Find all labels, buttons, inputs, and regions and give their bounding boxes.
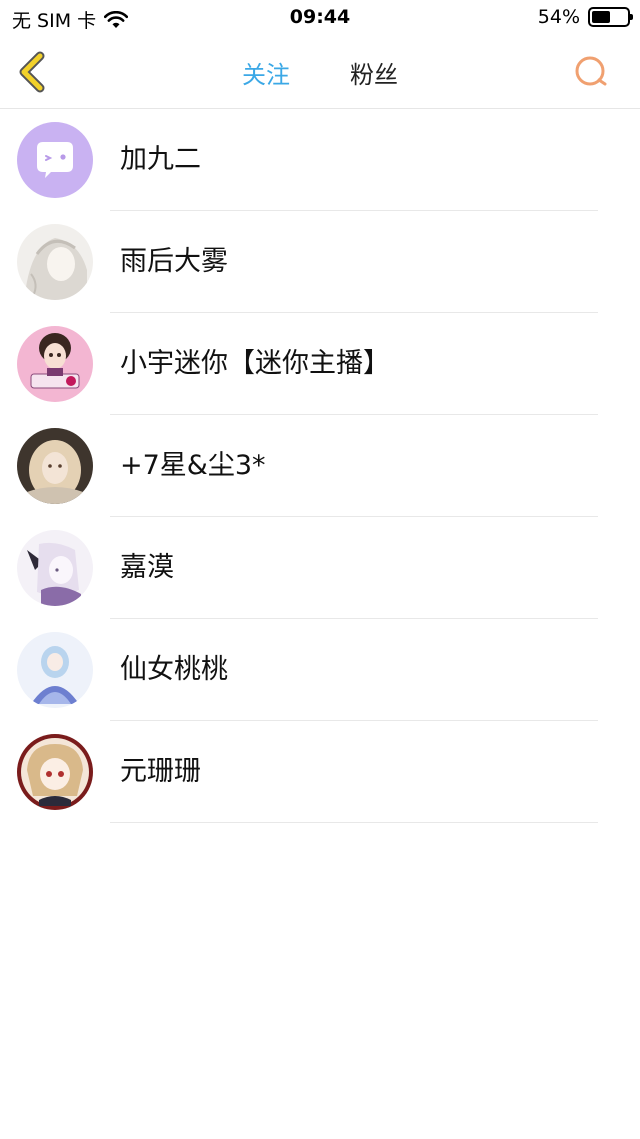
tab-bar: 关注 粉丝 (0, 36, 640, 108)
avatar[interactable] (17, 632, 93, 708)
avatar[interactable] (17, 734, 93, 810)
list-item[interactable]: 雨后大雾 (0, 211, 640, 313)
user-name: 仙女桃桃 (120, 654, 228, 685)
user-name: 元珊珊 (120, 756, 201, 787)
chat-bubble-avatar-image (17, 122, 93, 198)
user-name: +7星&尘3* (120, 450, 266, 481)
user-name: 嘉漠 (120, 552, 174, 583)
row-divider (110, 822, 598, 823)
avatar[interactable] (17, 224, 93, 300)
search-icon (575, 56, 607, 86)
user-name: 加九二 (120, 144, 201, 175)
avatar-image (17, 530, 93, 606)
avatar[interactable] (17, 530, 93, 606)
status-bar: 无 SIM 卡 09:44 54% (0, 0, 640, 36)
list-item[interactable]: +7星&尘3* (0, 415, 640, 517)
battery-percent: 54% (537, 6, 580, 28)
avatar-image (17, 326, 93, 402)
nav-bar: 关注 粉丝 (0, 36, 640, 109)
user-list: 加九二 雨后大雾 小宇迷你【迷你主播】 +7星&尘3* 嘉漠 仙女桃桃 元珊珊 (0, 109, 640, 823)
search-button[interactable] (572, 53, 612, 93)
avatar[interactable] (17, 326, 93, 402)
battery-icon (588, 7, 633, 27)
list-item[interactable]: 元珊珊 (0, 721, 640, 823)
tab-fans[interactable]: 粉丝 (350, 55, 398, 90)
list-item[interactable]: 嘉漠 (0, 517, 640, 619)
list-item[interactable]: 小宇迷你【迷你主播】 (0, 313, 640, 415)
avatar-image (17, 632, 93, 708)
avatar[interactable] (17, 122, 93, 198)
user-name: 小宇迷你【迷你主播】 (120, 348, 390, 379)
avatar[interactable] (17, 428, 93, 504)
list-item[interactable]: 加九二 (0, 109, 640, 211)
avatar-image (17, 224, 93, 300)
list-item[interactable]: 仙女桃桃 (0, 619, 640, 721)
battery-fill (592, 11, 610, 23)
avatar-image (17, 428, 93, 504)
user-name: 雨后大雾 (120, 246, 228, 277)
status-right: 54% (537, 6, 633, 28)
avatar-image (17, 734, 93, 810)
tab-following[interactable]: 关注 (242, 55, 290, 90)
